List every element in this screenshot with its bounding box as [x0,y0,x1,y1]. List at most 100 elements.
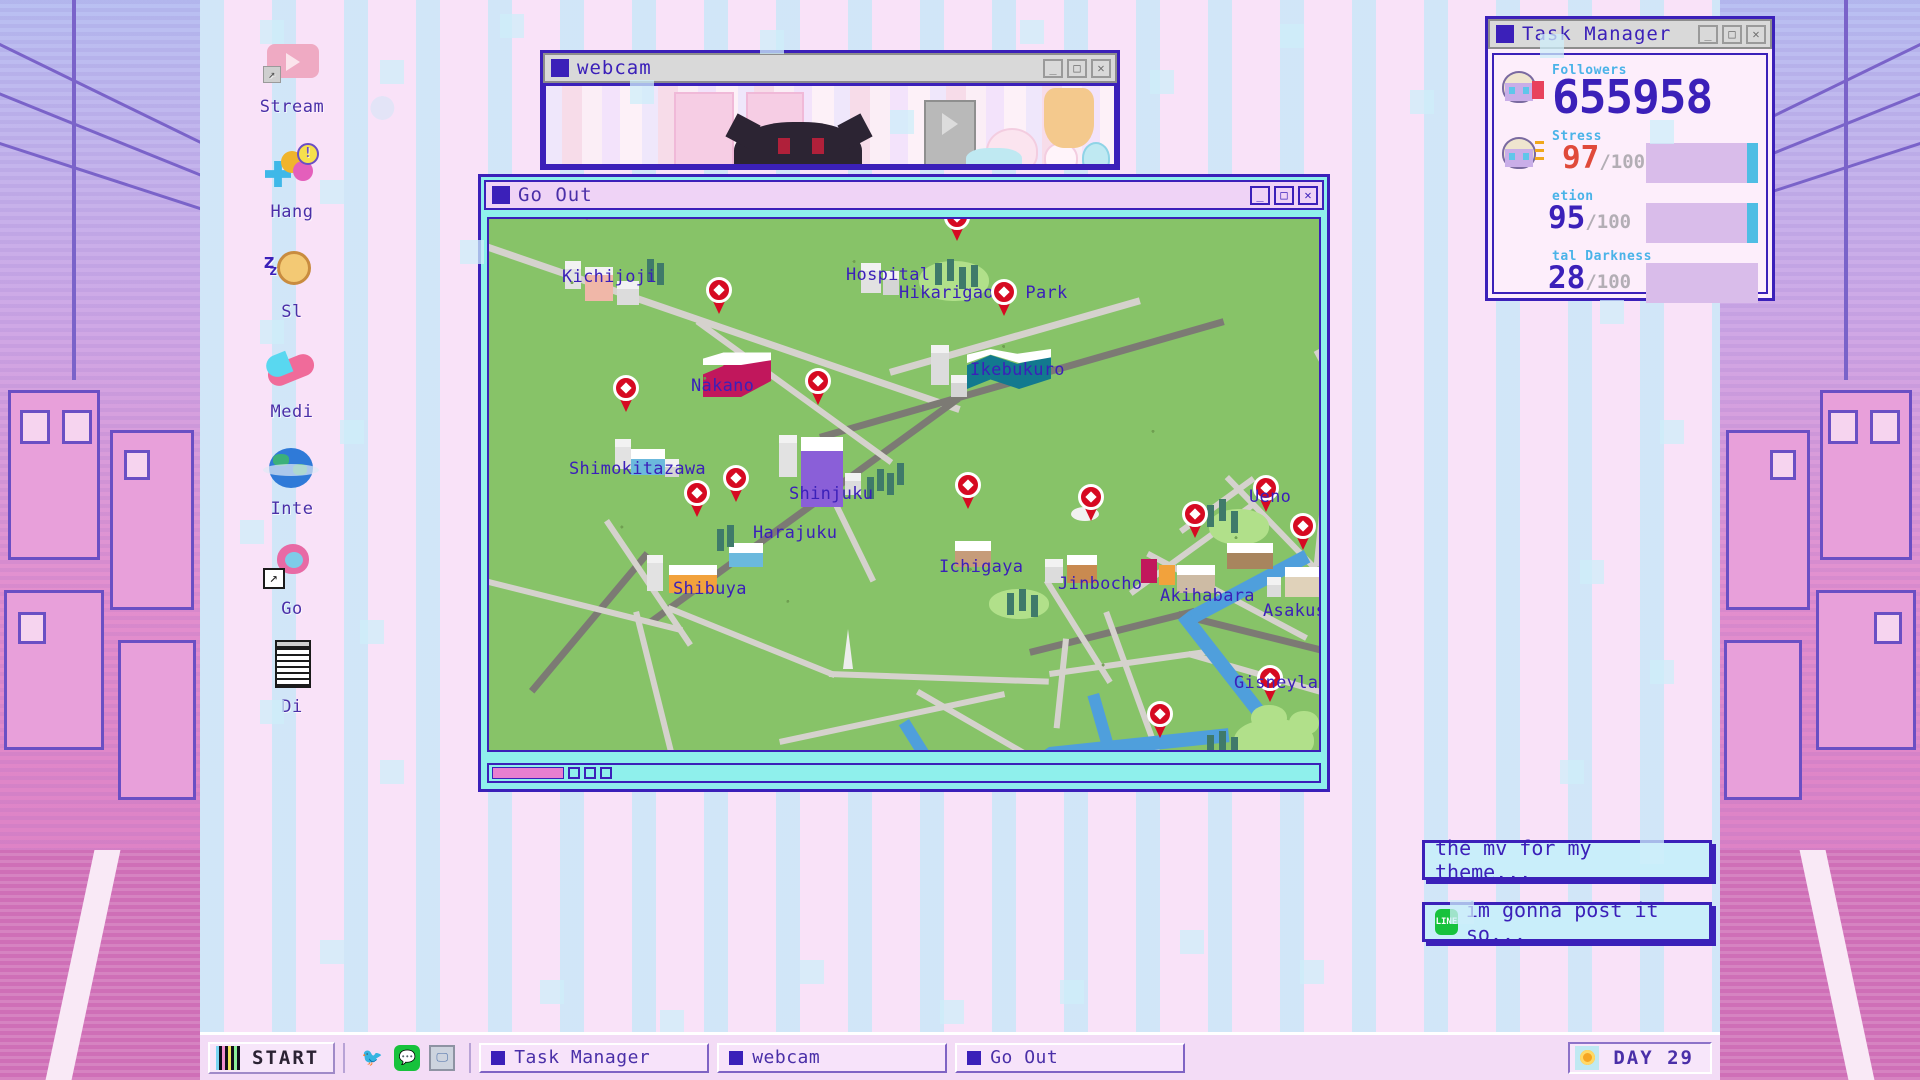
map-pin[interactable] [706,277,732,314]
building-shibuya-top [669,565,717,575]
map-location-label[interactable]: Ichigaya [939,557,1023,577]
map-location-label[interactable]: Gisneyland [1234,673,1319,693]
building-block [565,261,581,289]
map-pin[interactable] [579,219,595,220]
desktop-icon-internet[interactable]: Inte [238,442,346,519]
taskbar-item-task-manager[interactable]: Task Manager [479,1042,710,1073]
close-icon[interactable]: ✕ [1746,24,1766,44]
wallpaper-tile [540,980,564,1004]
map-location-label[interactable]: Nakano [691,376,754,396]
building-shinjuku-top [801,437,843,451]
taskbar-item-label: Go Out [990,1047,1059,1068]
maximize-icon[interactable]: □ [1067,58,1087,78]
minimize-icon[interactable]: _ [1250,185,1270,205]
map-location-label[interactable]: Shimokitazawa [569,459,706,479]
map-pin[interactable] [1257,665,1283,702]
line-icon[interactable]: 💬 [394,1044,421,1071]
maximize-icon[interactable]: □ [1274,185,1294,205]
map-pin[interactable] [944,219,970,241]
desktop-icon-diary[interactable]: Di [238,640,346,717]
map-pin[interactable] [805,368,831,405]
desktop-icon-go-out[interactable]: ↗ Go [238,542,346,619]
map-location-label[interactable]: Hospital [846,265,930,285]
window-icon [491,1050,506,1065]
monitor-icon[interactable]: 🖵 [429,1044,456,1071]
map-pin[interactable] [1290,513,1316,550]
wallpaper-tile [1640,840,1664,864]
map-pin[interactable] [955,472,981,509]
minimize-icon[interactable]: _ [1043,58,1063,78]
map-pin[interactable] [613,375,639,412]
go-out-statusbar[interactable] [487,763,1321,783]
wallpaper-tile [1410,90,1434,114]
building-block [615,439,631,469]
go-out-titlebar[interactable]: Go Out _ □ ✕ [484,180,1324,210]
play-icon [942,113,958,136]
building-block [585,267,613,301]
map-location-label[interactable]: Kichijoji [562,267,657,287]
building-ichigaya-top [955,541,991,551]
stat-max: /100 [1585,211,1632,233]
go-out-window-controls[interactable]: _ □ ✕ [1250,185,1318,205]
map-pin[interactable] [1147,701,1173,738]
close-icon[interactable]: ✕ [1091,58,1111,78]
map-pin[interactable] [991,279,1017,316]
map-location-label[interactable]: Asakusa [1263,601,1319,621]
internet-icon [263,442,321,494]
city-map[interactable]: Kichijoji Hospital Hikarigaoka Park Ikebuku… [489,219,1319,750]
minimize-icon[interactable]: _ [1698,24,1718,44]
wallpaper-tile [360,620,384,644]
map-location-label[interactable]: Ikebukuro [970,360,1065,380]
map-pin[interactable] [723,465,749,502]
building-harajuku [729,549,763,567]
desktop-icon-stream[interactable]: ↗ Stream [238,40,346,117]
taskbar-item-go-out[interactable]: Go Out [955,1042,1186,1073]
wallpaper-tile [1560,760,1584,784]
building-dome [1071,507,1099,521]
map-location-label[interactable]: Shinjuku [789,484,873,504]
avatar-icon [1502,255,1544,293]
status-box-2[interactable] [584,767,596,779]
window-task-manager[interactable]: Task Manager _ □ ✕ Followers 655958 Stre… [1485,16,1775,303]
desktop-icon-medicine[interactable]: Medi [238,345,346,422]
map-location-label[interactable]: Shibuya [673,579,747,599]
window-icon [551,59,569,77]
building-asakusa-top [1285,567,1319,577]
status-box-3[interactable] [600,767,612,779]
park-gisneyland-ear-r [1289,711,1319,735]
map-location-label[interactable]: Hikarigaoka Park [899,283,1068,303]
system-tray[interactable]: 🐦 💬 🖵 [353,1044,461,1071]
window-go-out[interactable]: Go Out _ □ ✕ Kichijoji Hospital Hikariga… [478,174,1330,792]
desktop-icon-sleep[interactable]: z z Sl [238,245,346,322]
map-pin[interactable] [1253,475,1279,512]
map-pin[interactable] [684,480,710,517]
map-pin[interactable] [1078,484,1104,521]
task-manager-window-controls[interactable]: _ □ ✕ [1698,24,1766,44]
status-box-1[interactable] [568,767,580,779]
webcam-titlebar[interactable]: webcam _ □ ✕ [543,53,1117,83]
avatar-stressed-icon [1502,135,1544,173]
building-akihabara-top [1177,565,1215,575]
webcam-window-controls[interactable]: _ □ ✕ [1043,58,1111,78]
wallpaper-tile [260,20,284,44]
building-ueno [1227,549,1273,569]
map-location-label[interactable]: Jinbocho [1058,574,1142,594]
map-pin[interactable] [1182,501,1208,538]
chat-notification-1[interactable]: the mv for my theme... [1422,836,1712,884]
task-manager-titlebar[interactable]: Task Manager _ □ ✕ [1488,19,1772,49]
close-icon[interactable]: ✕ [1298,185,1318,205]
map-location-label[interactable]: Akihabara [1160,586,1255,606]
taskbar-item-webcam[interactable]: webcam [717,1042,948,1073]
start-button[interactable]: START [208,1041,336,1074]
twitter-icon[interactable]: 🐦 [359,1045,385,1071]
chat-message-text: im gonna post it so... [1465,898,1659,946]
map-location-label[interactable]: Harajuku [753,523,837,543]
map-location-label[interactable]: Ueno [1249,487,1291,507]
window-webcam[interactable]: webcam _ □ ✕ [540,50,1120,170]
desktop-area[interactable]: ↗ Stream ! Hang z z Sl Medi Inte ↗ Go Di… [200,0,1775,1080]
taskbar[interactable]: START 🐦 💬 🖵 Task Manager webcam Go Out D… [200,1032,1720,1080]
maximize-icon[interactable]: □ [1722,24,1742,44]
go-out-map-viewport[interactable]: Kichijoji Hospital Hikarigaoka Park Ikebuku… [487,217,1321,752]
wallpaper-tile [260,320,284,344]
wallpaper-tile [260,700,284,724]
